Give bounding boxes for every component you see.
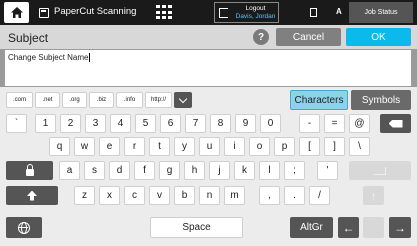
key[interactable]: [	[299, 137, 320, 156]
key[interactable]: 0	[260, 114, 281, 133]
key[interactable]: ,	[259, 186, 280, 205]
caps-lock-button[interactable]	[6, 161, 53, 180]
key[interactable]: -	[299, 114, 320, 133]
key[interactable]: 2	[60, 114, 81, 133]
title-bar: Subject ? Cancel OK	[0, 25, 417, 49]
key-domain-info[interactable]: .info	[116, 92, 143, 108]
characters-mode-button[interactable]: Characters	[290, 90, 348, 110]
key[interactable]: 9	[235, 114, 256, 133]
job-status-button[interactable]: Job Status	[349, 2, 413, 23]
key[interactable]: 6	[160, 114, 181, 133]
key[interactable]: d	[109, 161, 130, 180]
on-screen-keyboard: .com .net .org .biz .info http:// Charac…	[0, 87, 417, 246]
space-key[interactable]: Space	[150, 217, 243, 238]
language-switch-button[interactable]	[6, 217, 42, 238]
up-arrow-icon: ↑	[370, 188, 377, 203]
key[interactable]: y	[174, 137, 195, 156]
key[interactable]: ]	[324, 137, 345, 156]
logout-icon	[219, 8, 228, 18]
ok-button[interactable]: OK	[346, 28, 411, 46]
key[interactable]: b	[174, 186, 195, 205]
app-title: PaperCut Scanning	[54, 6, 137, 17]
help-button[interactable]: ?	[253, 29, 269, 45]
key[interactable]: 1	[35, 114, 56, 133]
key[interactable]: u	[199, 137, 220, 156]
key[interactable]: f	[134, 161, 155, 180]
document-icon[interactable]	[310, 8, 317, 17]
cancel-button[interactable]: Cancel	[276, 28, 341, 46]
key[interactable]: p	[274, 137, 295, 156]
key[interactable]: `	[6, 114, 27, 133]
enter-button[interactable]	[349, 161, 411, 180]
symbols-mode-button[interactable]: Symbols	[351, 90, 411, 110]
home-icon	[10, 7, 23, 18]
logged-in-user: Davis, Jordan	[235, 13, 276, 20]
page-title: Subject	[8, 31, 49, 45]
right-arrow-button[interactable]: →	[389, 217, 411, 238]
key[interactable]: x	[99, 186, 120, 205]
backspace-button[interactable]	[380, 114, 411, 133]
keypad-button[interactable]	[154, 4, 172, 21]
key[interactable]: t	[149, 137, 170, 156]
key[interactable]: q	[49, 137, 70, 156]
key-domain-net[interactable]: .net	[35, 92, 60, 108]
more-domains-button[interactable]	[174, 92, 192, 108]
key[interactable]: z	[74, 186, 95, 205]
down-arrow-button[interactable]	[363, 217, 384, 238]
key[interactable]: e	[99, 137, 120, 156]
subject-input[interactable]: Change Subject Name	[4, 49, 412, 87]
key-domain-com[interactable]: .com	[6, 92, 33, 108]
key[interactable]: 5	[135, 114, 156, 133]
backspace-icon	[388, 119, 403, 128]
key-domain-http[interactable]: http://	[145, 92, 172, 108]
up-arrow-button[interactable]: ↑	[363, 186, 384, 205]
key-domain-org[interactable]: .org	[62, 92, 87, 108]
key[interactable]: m	[224, 186, 245, 205]
logout-label: Logout	[245, 5, 266, 12]
chevron-down-icon	[178, 94, 188, 103]
key[interactable]: a	[59, 161, 80, 180]
key[interactable]: j	[209, 161, 230, 180]
scan-app-icon	[39, 8, 49, 18]
home-button[interactable]	[4, 2, 29, 23]
key[interactable]: .	[284, 186, 305, 205]
key[interactable]: c	[124, 186, 145, 205]
key[interactable]: l	[259, 161, 280, 180]
key[interactable]: 8	[210, 114, 231, 133]
key[interactable]: o	[249, 137, 270, 156]
key[interactable]: h	[184, 161, 205, 180]
text-cursor	[88, 53, 90, 63]
enter-icon	[374, 166, 386, 175]
key[interactable]: @	[349, 114, 370, 133]
key[interactable]: 3	[85, 114, 106, 133]
key[interactable]: v	[149, 186, 170, 205]
key[interactable]: /	[309, 186, 330, 205]
altgr-key[interactable]: AltGr	[290, 217, 333, 238]
key[interactable]: ;	[284, 161, 305, 180]
lock-icon	[25, 164, 34, 176]
key[interactable]: w	[74, 137, 95, 156]
globe-icon	[18, 221, 30, 234]
logout-button[interactable]: Logout Davis, Jordan	[214, 2, 279, 23]
subject-input-value: Change Subject Name	[8, 53, 89, 62]
top-bar: PaperCut Scanning Logout Davis, Jordan A…	[0, 0, 417, 25]
left-arrow-button[interactable]: ←	[338, 217, 359, 238]
key[interactable]: n	[199, 186, 220, 205]
key[interactable]: =	[324, 114, 345, 133]
key[interactable]: g	[159, 161, 180, 180]
key[interactable]: 4	[110, 114, 131, 133]
key[interactable]: r	[124, 137, 145, 156]
key[interactable]: k	[234, 161, 255, 180]
key[interactable]: 7	[185, 114, 206, 133]
key[interactable]: '	[317, 161, 338, 180]
key[interactable]: i	[224, 137, 245, 156]
shift-icon	[27, 190, 37, 201]
key[interactable]: s	[84, 161, 105, 180]
shift-button[interactable]	[6, 186, 58, 205]
key[interactable]: \	[349, 137, 370, 156]
key-domain-biz[interactable]: .biz	[89, 92, 114, 108]
keypad-icon	[156, 5, 160, 8]
language-button[interactable]: A	[336, 7, 342, 16]
